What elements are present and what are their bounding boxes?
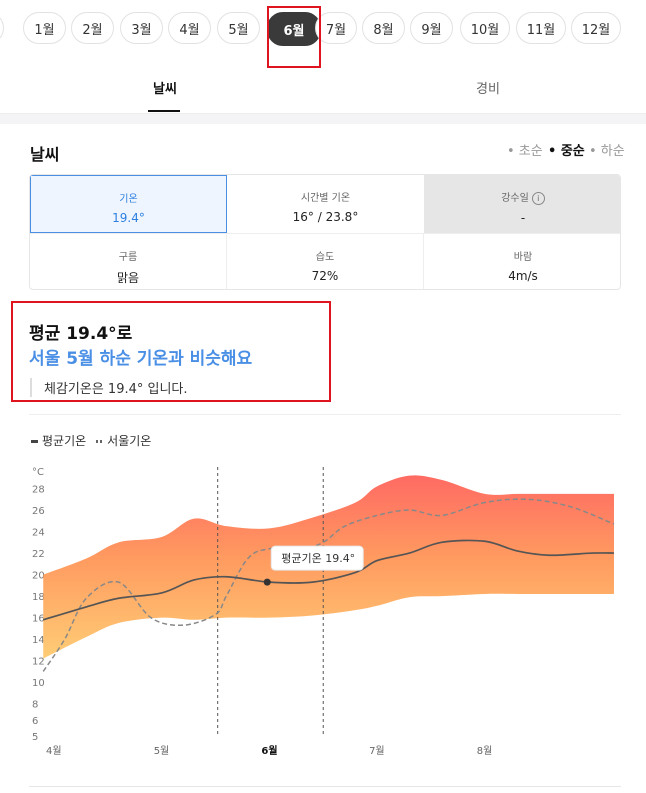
month-chip[interactable]: 간 xyxy=(0,12,4,44)
month-chip[interactable]: 2월 xyxy=(71,12,114,44)
x-tick-label: 5월 xyxy=(154,745,170,757)
y-tick-label: 20 xyxy=(32,571,45,582)
legend-seoul: 서울기온 xyxy=(96,432,151,449)
cell-humidity[interactable]: 습도 72% xyxy=(227,233,424,289)
y-tick-label: 8 xyxy=(32,700,38,711)
weather-grid: 기온 19.4° 시간별 기온 16° / 23.8° 강수일 i - 구름 맑음… xyxy=(29,174,621,290)
info-icon[interactable]: i xyxy=(531,191,545,205)
cell-label-text: 강수일 xyxy=(501,193,529,204)
tab-expense[interactable]: 경비 xyxy=(476,78,500,97)
tab-underline xyxy=(148,110,180,112)
x-tick-label: 8월 xyxy=(477,745,493,757)
x-tick-label: 4월 xyxy=(46,745,62,757)
weather-title: 날씨 xyxy=(30,145,60,164)
cell-label: 습도 xyxy=(315,252,335,263)
month-chip[interactable]: 1월 xyxy=(23,12,66,44)
cell-value: 19.4° xyxy=(112,211,145,225)
y-tick-label: 12 xyxy=(32,657,45,668)
cell-label: 강수일 i xyxy=(424,189,620,205)
chart-legend: 평균기온 서울기온 xyxy=(31,432,151,449)
summary-divider xyxy=(29,414,621,415)
cell-value: 4m/s xyxy=(508,269,538,283)
cell-hourly-temperature[interactable]: 시간별 기온 16° / 23.8° xyxy=(227,175,424,233)
solid-line-icon xyxy=(31,440,38,443)
month-selector: 간1월2월3월4월5월6월7월8월9월10월11월12월 xyxy=(0,0,646,60)
tooltip-text: 평균기온 19.4° xyxy=(281,552,355,565)
tooltip: 평균기온 19.4° xyxy=(270,545,364,571)
y-axis-unit: °C xyxy=(32,467,44,478)
cell-value: - xyxy=(520,210,526,225)
month-chip[interactable]: 8월 xyxy=(362,12,405,44)
y-tick-label: 5 xyxy=(32,732,38,743)
cell-wind[interactable]: 바람 4m/s xyxy=(424,233,620,289)
y-tick-label: 16 xyxy=(32,614,45,625)
cell-label: 시간별 기온 xyxy=(300,193,351,204)
tooltip-point[interactable] xyxy=(263,578,271,586)
x-tick-label: 6월 xyxy=(261,745,277,757)
month-chip[interactable]: 9월 xyxy=(410,12,453,44)
highlight-box-summary xyxy=(11,301,331,402)
tab-bar: 날씨 경비 xyxy=(0,60,646,114)
cell-rain-days: 강수일 i - xyxy=(424,175,620,233)
cell-cloud[interactable]: 구름 맑음 xyxy=(30,233,227,289)
month-chip[interactable]: 12월 xyxy=(571,12,621,44)
y-tick-label: 22 xyxy=(32,549,45,560)
y-tick-label: 14 xyxy=(32,635,45,646)
period-early[interactable]: • 초순 xyxy=(507,140,543,159)
month-chip[interactable]: 7월 xyxy=(315,12,357,44)
cell-label: 구름 xyxy=(118,252,138,263)
legend-seoul-label: 서울기온 xyxy=(107,434,152,448)
y-tick-label: 24 xyxy=(32,528,45,539)
cell-label: 바람 xyxy=(513,252,533,263)
month-chip[interactable]: 11월 xyxy=(516,12,566,44)
y-tick-label: 6 xyxy=(32,716,38,727)
legend-avg-label: 평균기온 xyxy=(42,434,87,448)
y-tick-label: 10 xyxy=(32,678,45,689)
cell-value: 16° / 23.8° xyxy=(292,210,359,224)
month-chip[interactable]: 10월 xyxy=(460,12,510,44)
section-gap xyxy=(0,114,646,124)
month-chip[interactable]: 5월 xyxy=(217,12,260,44)
legend-avg: 평균기온 xyxy=(31,432,86,449)
cell-label: 기온 xyxy=(119,194,138,205)
period-late[interactable]: • 하순 xyxy=(589,140,625,159)
cell-value: 72% xyxy=(311,269,339,283)
cell-value: 맑음 xyxy=(116,271,140,285)
y-tick-label: 18 xyxy=(32,592,45,603)
tab-weather[interactable]: 날씨 xyxy=(153,78,177,97)
month-chip[interactable]: 3월 xyxy=(120,12,163,44)
temperature-chart: °C 5 6 8 10 12 14 16 18 20 22 24 26 28 평균기온 19.4° 4월 5… xyxy=(32,467,615,757)
x-tick-label: 7월 xyxy=(369,745,385,757)
y-tick-label: 28 xyxy=(32,485,45,496)
month-chip[interactable]: 4월 xyxy=(168,12,211,44)
dashed-line-icon xyxy=(96,440,104,443)
period-mid[interactable]: • 중순 xyxy=(548,140,585,159)
bottom-divider xyxy=(29,786,621,787)
y-tick-label: 26 xyxy=(32,506,45,517)
highlight-box-month xyxy=(267,6,321,68)
cell-temperature[interactable]: 기온 19.4° xyxy=(30,175,227,233)
